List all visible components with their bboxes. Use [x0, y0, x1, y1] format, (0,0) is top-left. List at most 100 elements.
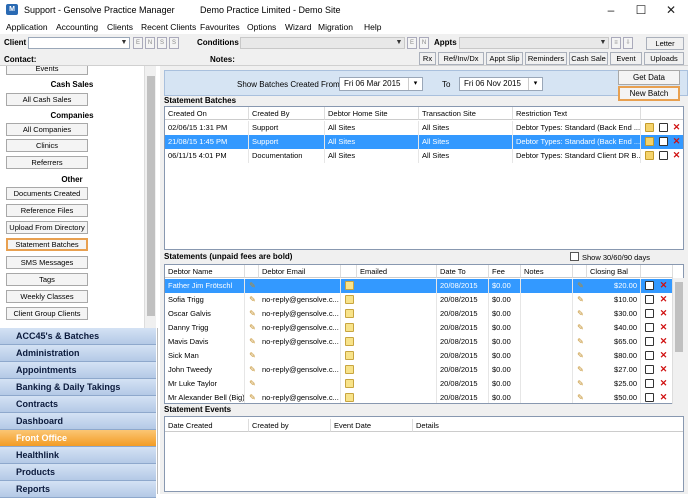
delete-icon[interactable]: ✕: [659, 393, 668, 402]
pencil-icon[interactable]: ✎: [576, 393, 585, 402]
menu-options[interactable]: Options: [247, 22, 276, 32]
table-row[interactable]: Mr Alexander Bell (Big) no-reply@gensolve…: [165, 391, 673, 403]
nav-dashboard[interactable]: Dashboard: [0, 413, 156, 430]
nav-healthlink[interactable]: Healthlink: [0, 447, 156, 464]
col-date-created[interactable]: Date Created: [165, 419, 249, 432]
col-transaction-site[interactable]: Transaction Site: [419, 107, 513, 120]
table-row[interactable]: Danny Trigg no-reply@gensolve.c... 20/08/2…: [165, 321, 673, 335]
print-icon[interactable]: [645, 379, 654, 388]
to-date-picker[interactable]: Fri 06 Nov 2015 ▾: [459, 77, 543, 91]
pencil-icon[interactable]: ✎: [248, 393, 257, 402]
pencil-icon[interactable]: ✎: [248, 323, 257, 332]
menu-favourites[interactable]: Favourites: [200, 22, 240, 32]
nav-appointments[interactable]: Appointments: [0, 362, 156, 379]
pencil-icon[interactable]: ✎: [576, 309, 585, 318]
delete-icon[interactable]: ✕: [659, 379, 668, 388]
print-icon[interactable]: [645, 323, 654, 332]
delete-icon[interactable]: ✕: [659, 365, 668, 374]
email-icon[interactable]: [345, 351, 354, 360]
table-row[interactable]: 06/11/15 4:01 PM Documentation All Sites…: [165, 149, 683, 163]
col-restriction-text[interactable]: Restriction Text: [513, 107, 641, 120]
appt-slip-button[interactable]: Appt Slip: [486, 52, 523, 65]
print-icon[interactable]: [645, 393, 654, 402]
sidebar-item-weekly-classes[interactable]: Weekly Classes: [6, 290, 88, 303]
pencil-icon[interactable]: ✎: [576, 323, 585, 332]
ref-inv-dx-button[interactable]: Ref/Inv/Dx: [438, 52, 484, 65]
sidebar-item-events[interactable]: Events: [6, 66, 88, 75]
delete-icon[interactable]: ✕: [672, 151, 681, 160]
sidebar-item-documents-created[interactable]: Documents Created: [6, 187, 88, 200]
print-icon[interactable]: [645, 295, 654, 304]
table-row[interactable]: Father Jim Frötschl 20/08/2015 $0.00 $20.00…: [165, 279, 673, 293]
delete-icon[interactable]: ✕: [659, 309, 668, 318]
col-fee[interactable]: Fee: [489, 265, 521, 278]
pencil-icon[interactable]: ✎: [248, 337, 257, 346]
menu-clients[interactable]: Clients: [107, 22, 133, 32]
email-icon[interactable]: [345, 365, 354, 374]
col-details[interactable]: Details: [413, 419, 683, 432]
col-debtor-email[interactable]: Debtor Email: [259, 265, 341, 278]
table-row[interactable]: 21/08/15 1:45 PM Support All Sites All S…: [165, 135, 683, 149]
pencil-icon[interactable]: ✎: [576, 295, 585, 304]
email-icon[interactable]: [345, 309, 354, 318]
delete-icon[interactable]: ✕: [659, 323, 668, 332]
pencil-icon[interactable]: ✎: [576, 351, 585, 360]
from-date-picker[interactable]: Fri 06 Mar 2015 ▾: [339, 77, 423, 91]
email-icon[interactable]: [345, 323, 354, 332]
conditions-combo[interactable]: ▼: [240, 37, 405, 49]
sidebar-scrollbar-thumb[interactable]: [147, 76, 155, 316]
print-icon[interactable]: [659, 123, 668, 132]
event-button[interactable]: Event: [610, 52, 642, 65]
col-created-on[interactable]: Created On: [165, 107, 249, 120]
print-icon[interactable]: [645, 351, 654, 360]
print-icon[interactable]: [659, 137, 668, 146]
statements-scrollbar[interactable]: [672, 278, 684, 404]
menu-accounting[interactable]: Accounting: [56, 22, 98, 32]
sidebar-item-referrers[interactable]: Referrers: [6, 156, 88, 169]
maximize-button[interactable]: ☐: [626, 2, 656, 18]
appts-settings-icon[interactable]: ≡: [611, 37, 621, 49]
close-button[interactable]: ✕: [656, 2, 686, 18]
nav-acc45s-batches[interactable]: ACC45's & Batches: [0, 328, 156, 345]
table-row[interactable]: 02/06/15 1:31 PM Support All Sites All S…: [165, 121, 683, 135]
sidebar-item-clinics[interactable]: Clinics: [6, 139, 88, 152]
col-closing-bal[interactable]: Closing Bal: [587, 265, 641, 278]
uploads-button[interactable]: Uploads: [644, 52, 684, 65]
menu-wizard[interactable]: Wizard: [285, 22, 311, 32]
print-icon[interactable]: [645, 365, 654, 374]
delete-icon[interactable]: ✕: [672, 123, 681, 132]
print-icon[interactable]: [659, 151, 668, 160]
table-row[interactable]: Mr Luke Taylor 20/08/2015 $0.00 $25.00 ✎ ✎ ✕: [165, 377, 673, 391]
nav-reports[interactable]: Reports: [0, 481, 156, 498]
nav-front-office[interactable]: Front Office: [0, 430, 156, 447]
col-created-by-events[interactable]: Created by: [249, 419, 331, 432]
pencil-icon[interactable]: ✎: [248, 309, 257, 318]
email-icon[interactable]: [345, 337, 354, 346]
nav-banking-daily-takings[interactable]: Banking & Daily Takings: [0, 379, 156, 396]
folder-icon[interactable]: [645, 137, 654, 146]
pencil-icon[interactable]: ✎: [248, 365, 257, 374]
folder-icon[interactable]: [645, 123, 654, 132]
nav-contracts[interactable]: Contracts: [0, 396, 156, 413]
sidebar-item-reference-files[interactable]: Reference Files: [6, 204, 88, 217]
pencil-icon[interactable]: ✎: [576, 365, 585, 374]
table-row[interactable]: John Tweedy no-reply@gensolve.c... 20/08/2…: [165, 363, 673, 377]
email-icon[interactable]: [345, 295, 354, 304]
pencil-icon[interactable]: ✎: [576, 379, 585, 388]
delete-icon[interactable]: ✕: [659, 351, 668, 360]
email-icon[interactable]: [345, 393, 354, 402]
client-s-button[interactable]: S: [157, 37, 167, 49]
email-icon[interactable]: [345, 281, 354, 290]
pencil-icon[interactable]: ✎: [576, 337, 585, 346]
email-icon[interactable]: [345, 379, 354, 388]
sidebar-item-all-companies[interactable]: All Companies: [6, 123, 88, 136]
table-row[interactable]: Sick Man 20/08/2015 $0.00 $80.00 ✎ ✎ ✕: [165, 349, 673, 363]
pencil-icon[interactable]: ✎: [248, 281, 257, 290]
sidebar-item-sms-messages[interactable]: SMS Messages: [6, 256, 88, 269]
show-30-60-90-checkbox[interactable]: [570, 252, 579, 261]
nav-administration[interactable]: Administration: [0, 345, 156, 362]
conditions-e-button[interactable]: E: [407, 37, 417, 49]
sidebar-scrollbar[interactable]: [144, 66, 156, 328]
sidebar-item-statement-batches[interactable]: Statement Batches: [6, 238, 88, 251]
sidebar-item-all-cash-sales[interactable]: All Cash Sales: [6, 93, 88, 106]
